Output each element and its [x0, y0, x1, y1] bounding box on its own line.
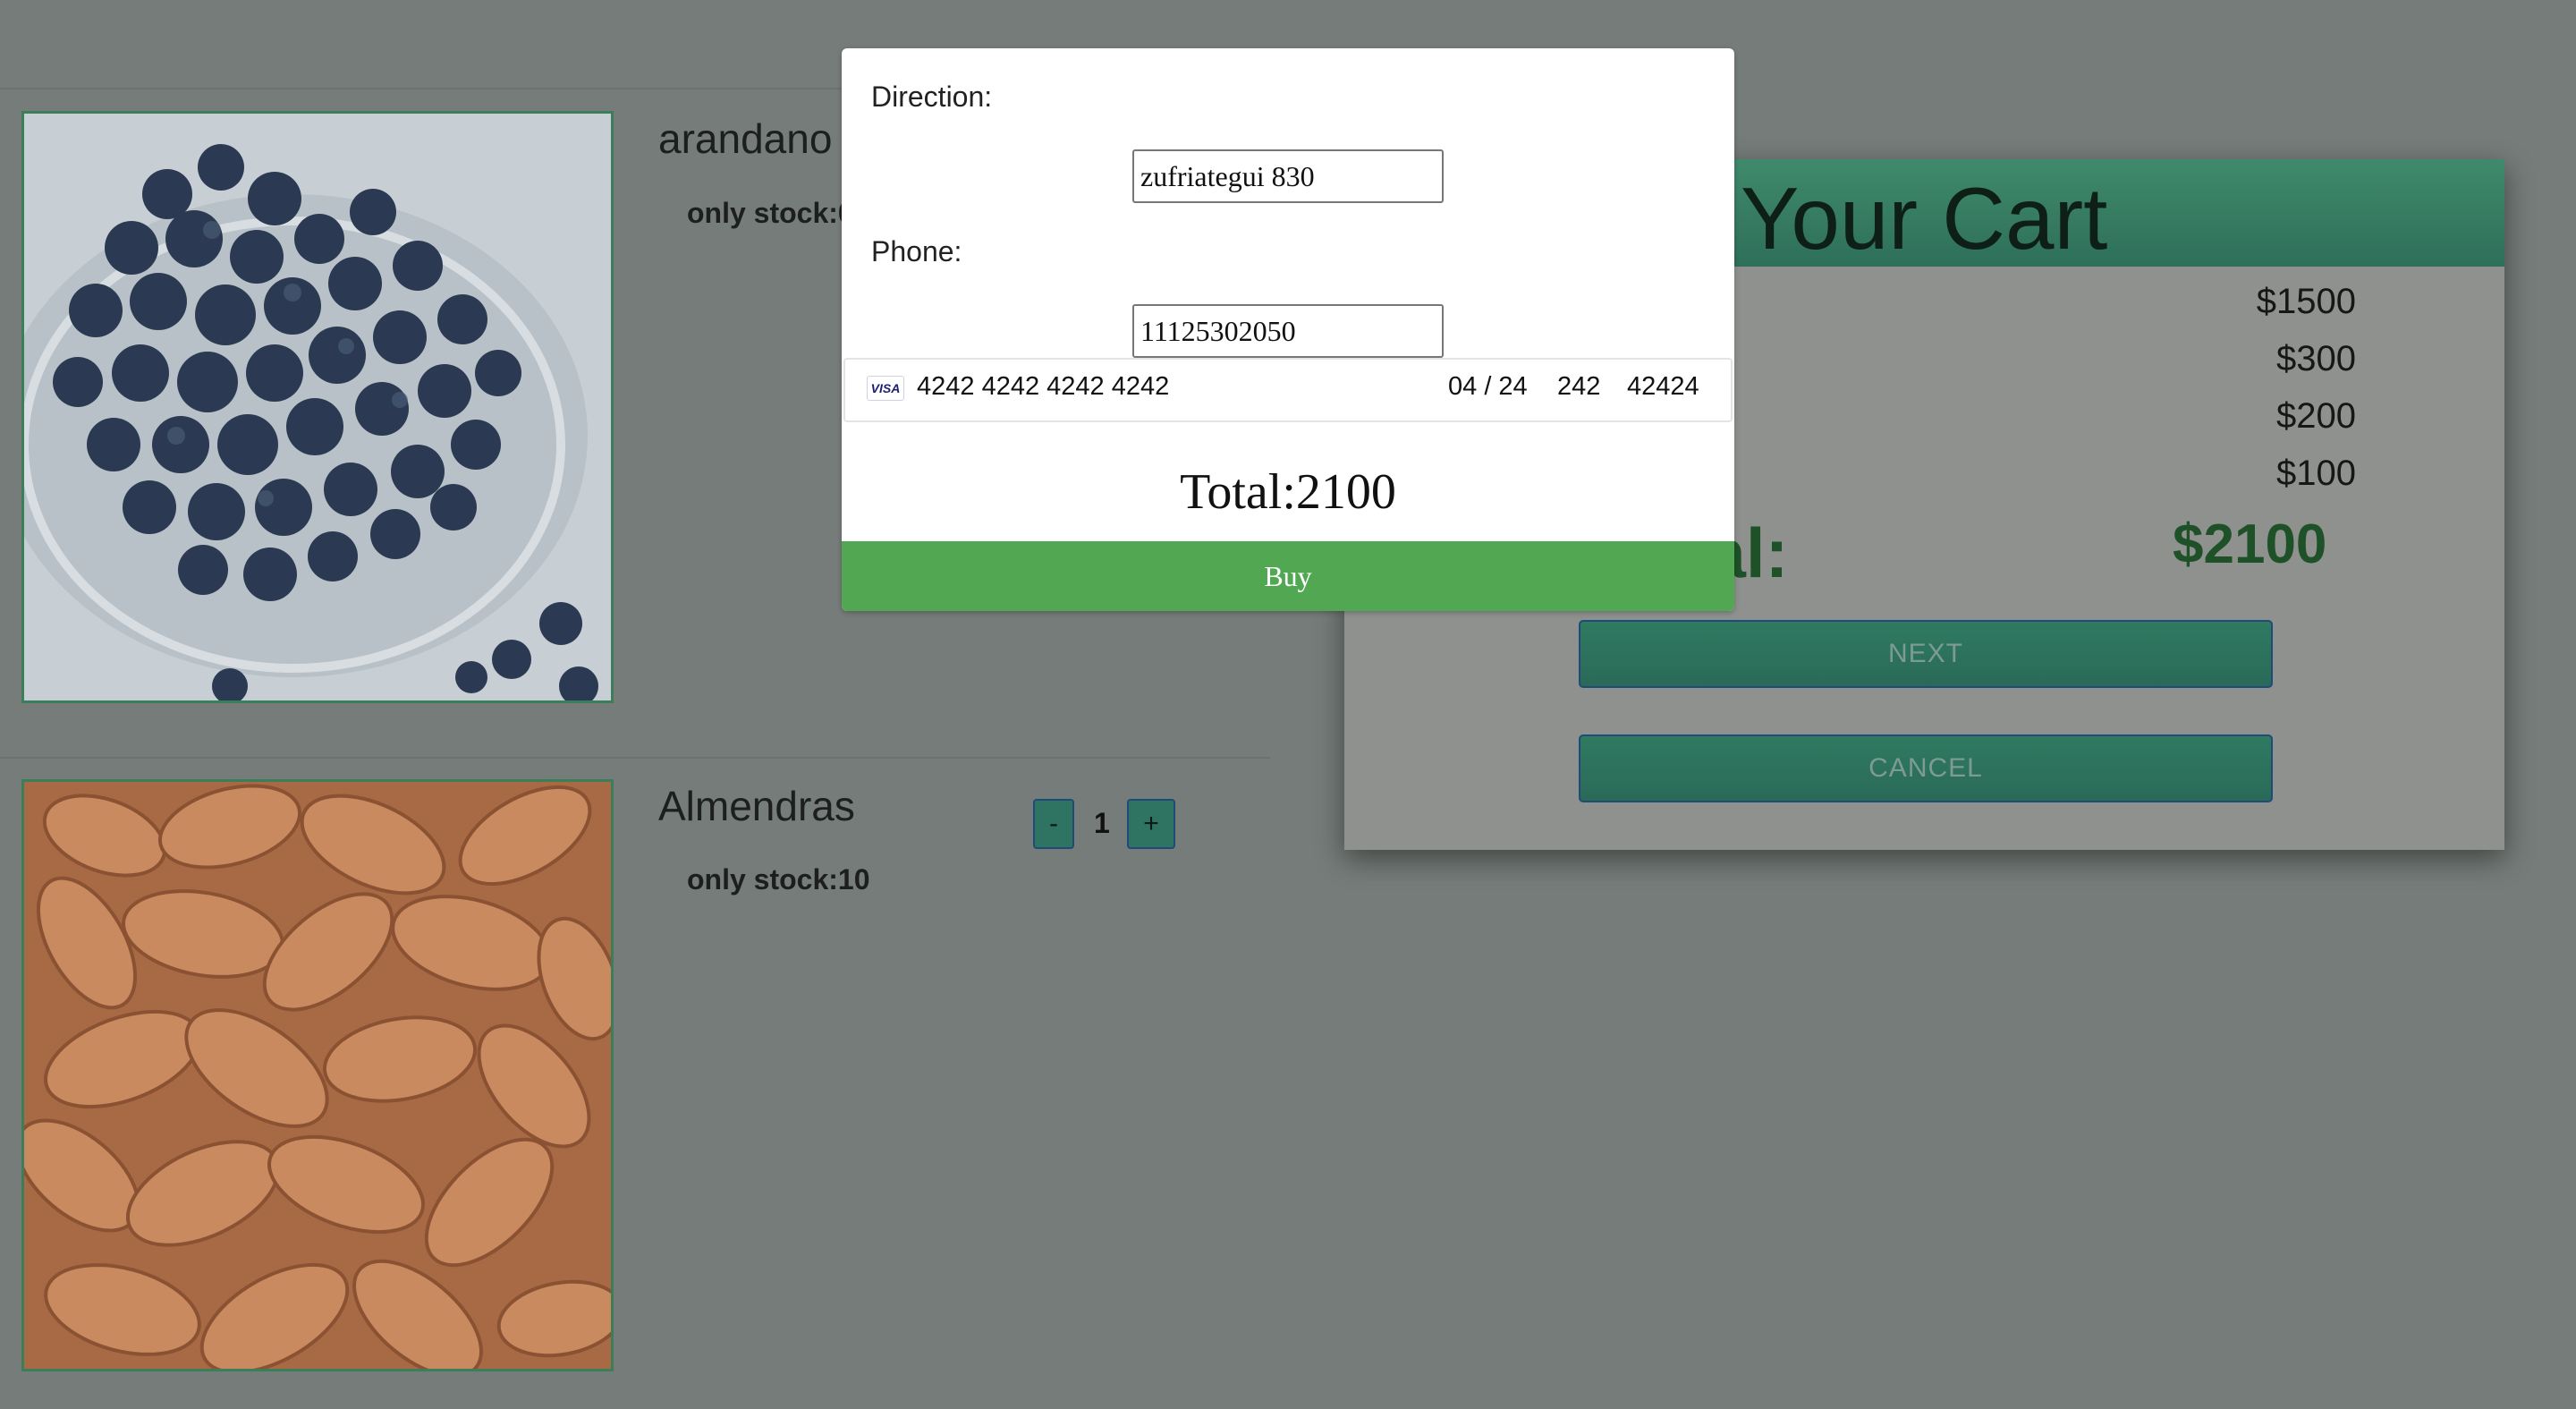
cart-item-price: $200: [2276, 396, 2356, 436]
increase-quantity-button[interactable]: +: [1127, 799, 1175, 849]
product-name: Almendras: [658, 783, 855, 829]
phone-label: Phone:: [871, 235, 962, 267]
cart-title: Your Cart: [1741, 169, 2108, 267]
decrease-quantity-button[interactable]: -: [1033, 799, 1074, 849]
product-name: arandano: [658, 115, 833, 162]
card-expiry-field[interactable]: 04 / 24: [1448, 372, 1528, 402]
cart-item-price: $300: [2276, 339, 2356, 378]
cart-total-value: $2100: [2173, 514, 2327, 575]
blueberries-illustration: [24, 114, 611, 700]
checkout-modal: Direction: Phone: VISA 4242 4242 4242 42…: [842, 48, 1734, 611]
row-divider: [0, 757, 1270, 759]
card-zip-field[interactable]: 42424: [1627, 372, 1699, 402]
card-number-field[interactable]: 4242 4242 4242 4242: [917, 372, 1169, 402]
almonds-illustration: [24, 782, 611, 1369]
card-input[interactable]: VISA 4242 4242 4242 4242 04 / 24 242 424…: [843, 358, 1733, 422]
cart-item-price: $100: [2276, 454, 2356, 493]
product-stock: only stock:0: [687, 197, 854, 229]
phone-input[interactable]: [1132, 304, 1444, 358]
card-cvc-field[interactable]: 242: [1557, 372, 1600, 402]
page: arandano only stock:0 Almendras only sto…: [0, 0, 2576, 1409]
visa-card-icon: VISA: [867, 376, 904, 401]
cart-item-price: $1500: [2256, 282, 2356, 321]
cancel-button[interactable]: CANCEL: [1579, 734, 2273, 802]
direction-input[interactable]: [1132, 149, 1444, 203]
buy-button[interactable]: Buy: [842, 541, 1734, 611]
quantity-value: 1: [1094, 807, 1110, 839]
direction-label: Direction:: [871, 81, 993, 113]
modal-total: Total:2100: [1180, 464, 1396, 520]
almonds-image: [21, 779, 614, 1371]
product-stock: only stock:10: [687, 863, 870, 895]
next-button[interactable]: NEXT: [1579, 620, 2273, 688]
blueberries-image: [21, 111, 614, 703]
